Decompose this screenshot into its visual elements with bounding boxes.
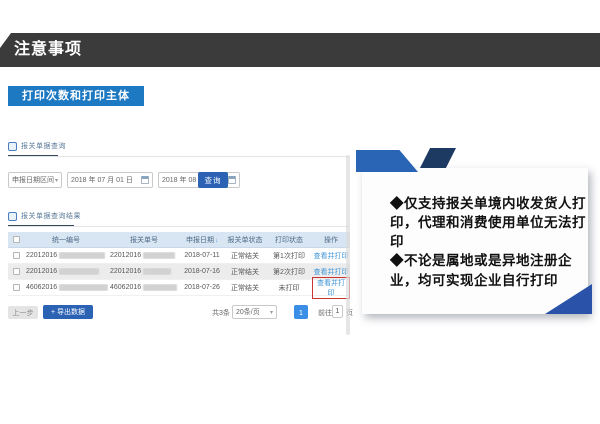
redacted-text [143, 268, 171, 275]
title-bar: 注意事项 [0, 33, 600, 67]
sort-desc-icon[interactable]: ↓ [215, 238, 218, 244]
row-checkbox[interactable] [13, 268, 20, 275]
date-from-input[interactable]: 2018 年 07 月 01 日 [67, 172, 153, 188]
total-count: 共3条 [212, 308, 230, 318]
page-number-current[interactable]: 1 [294, 305, 308, 319]
page-size-value: 20条/页 [236, 307, 260, 317]
slide: 注意事项 打印次数和打印主体 报关单据查询 申报日期区间 ▾ 2018 年 07… [0, 0, 600, 424]
query-section-rule [8, 156, 350, 157]
chevron-down-icon: ▾ [270, 309, 273, 316]
view-print-link[interactable]: 查看并打印 [314, 269, 349, 276]
col-header-unified-no[interactable]: 统一编号 [24, 235, 108, 245]
plus-icon: + [51, 309, 55, 316]
document-search-icon [8, 142, 17, 151]
redacted-text [59, 284, 108, 291]
search-button[interactable]: 查询 [198, 172, 228, 188]
decorative-parallelogram-navy [420, 148, 456, 168]
declaration-status: 正常结关 [224, 251, 266, 261]
date-range-type-select[interactable]: 申报日期区间 ▾ [8, 172, 62, 188]
table-header-row: 统一编号 报关单号 申报日期↓ 报关单状态 打印状态 操作 [8, 232, 350, 248]
declaration-status: 正常结关 [224, 283, 266, 293]
callout-bullet-2: ◆不论是属地或是异地注册企业，均可实现企业自行打印 [390, 251, 586, 289]
table-row: 46062016 46062016 2018-07-26 正常结关 未打印 查看… [8, 280, 350, 296]
goto-page-input[interactable]: 1 [332, 305, 343, 318]
highlight-box: 查看并打印 [312, 277, 350, 299]
export-data-button[interactable]: + 导出数据 [43, 305, 93, 319]
print-status: 第2次打印 [266, 267, 312, 277]
result-section-rule [8, 226, 350, 227]
select-all-checkbox[interactable] [13, 236, 20, 243]
goto-label: 前往 [318, 308, 332, 318]
redacted-text [143, 284, 177, 291]
col-header-actions: 操作 [312, 235, 350, 245]
callout-text: ◆仅支持报关单境内收发货人打印，代理和消费使用单位无法打印 ◆不论是属地或是异地… [390, 194, 586, 290]
table-row: 22012016 22012016 2018-07-16 正常结关 第2次打印 … [8, 264, 350, 280]
print-status: 未打印 [266, 283, 312, 293]
unified-no: 22012016 [26, 268, 57, 275]
callout-bullet-1: ◆仅支持报关单境内收发货人打印，代理和消费使用单位无法打印 [390, 194, 586, 251]
row-checkbox[interactable] [13, 252, 20, 259]
col-header-declaration-no[interactable]: 报关单号 [108, 235, 180, 245]
declare-date: 2018-07-11 [180, 252, 224, 259]
previous-step-button[interactable]: 上一步 [8, 306, 38, 319]
document-list-icon [8, 212, 17, 221]
query-section-label: 报关单据查询 [21, 141, 66, 151]
redacted-text [143, 252, 175, 259]
chevron-down-icon: ▾ [55, 177, 58, 184]
table-row: 22012016 22012016 2018-07-11 正常结关 第1次打印 … [8, 248, 350, 264]
calendar-icon[interactable] [141, 176, 149, 184]
view-print-link[interactable]: 查看并打印 [314, 253, 349, 260]
view-print-link[interactable]: 查看并打印 [317, 280, 345, 297]
date-from-value: 2018 年 07 月 01 日 [71, 175, 133, 185]
page-size-select[interactable]: 20条/页 ▾ [232, 305, 277, 319]
date-range-type-value: 申报日期区间 [12, 175, 54, 185]
col-header-status[interactable]: 报关单状态 [224, 235, 266, 245]
col-header-print-status[interactable]: 打印状态 [266, 235, 312, 245]
calendar-icon[interactable] [228, 176, 236, 184]
section-badge: 打印次数和打印主体 [8, 86, 144, 106]
title-bar-notch [0, 33, 11, 48]
decorative-parallelogram-blue [356, 150, 418, 172]
decorative-divider [346, 155, 350, 335]
declaration-no: 46062016 [110, 284, 141, 291]
result-section-label: 报关单据查询结果 [21, 211, 81, 221]
declaration-no: 22012016 [110, 268, 141, 275]
unified-no: 22012016 [26, 252, 57, 259]
declaration-no: 22012016 [110, 252, 141, 259]
result-section-header: 报关单据查询结果 [8, 211, 81, 221]
col-header-declare-date[interactable]: 申报日期↓ [180, 235, 224, 245]
declare-date: 2018-07-26 [180, 284, 224, 291]
unified-no: 46062016 [26, 284, 57, 291]
export-data-label: 导出数据 [57, 307, 85, 317]
query-section-header: 报关单据查询 [8, 141, 66, 151]
results-table: 统一编号 报关单号 申报日期↓ 报关单状态 打印状态 操作 22012016 2… [8, 232, 350, 296]
print-status: 第1次打印 [266, 251, 312, 261]
declare-date: 2018-07-16 [180, 268, 224, 275]
redacted-text [59, 252, 105, 259]
page-title: 注意事项 [14, 33, 82, 67]
redacted-text [59, 268, 99, 275]
row-checkbox[interactable] [13, 284, 20, 291]
declaration-status: 正常结关 [224, 267, 266, 277]
